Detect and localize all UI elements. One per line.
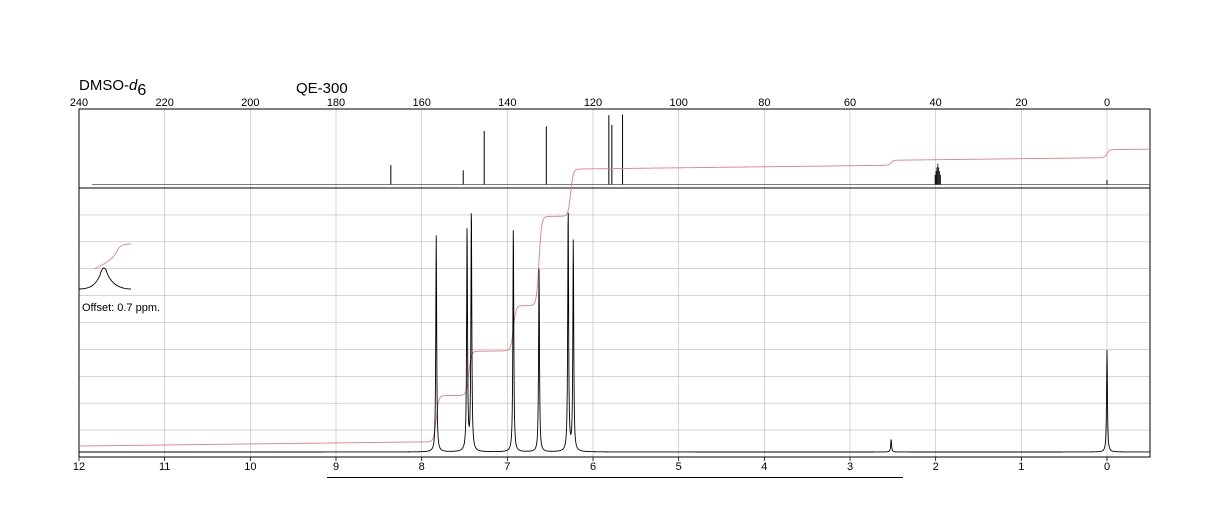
- h1-tick-label: 6: [590, 461, 596, 473]
- h1-tick-labels: 12 11 10 9 8 7 6 5 4 3 2 1 0: [73, 457, 1110, 473]
- c13-tick-labels: 240 220 200 180 160 140 120 100 80 60 40 20 0: [70, 97, 1110, 109]
- c13-tick-label: 180: [327, 97, 345, 109]
- c13-tick-label: 220: [155, 97, 173, 109]
- c13-tick-label: 80: [758, 97, 770, 109]
- h1-tick-label: 2: [933, 461, 939, 473]
- h1-panel: 12 11 10 9 8 7 6 5 4 3 2 1 0 Offset: 0.7 ppm.: [73, 148, 1151, 478]
- c13-panel: 240 220 200 180 160 140 120 100 80 60 40 20 0: [70, 97, 1151, 189]
- c13-tick-label: 140: [498, 97, 516, 109]
- offset-label: Offset: 0.7 ppm.: [82, 302, 160, 314]
- inset-peak: [78, 267, 132, 290]
- h1-integral-curve: [78, 148, 1150, 447]
- h1-tick-label: 7: [504, 461, 510, 473]
- h1-grid: [79, 188, 1150, 457]
- c13-frame: [78, 108, 1151, 189]
- c13-tick-label: 100: [669, 97, 687, 109]
- c13-tick-label: 160: [412, 97, 430, 109]
- c13-tick-label: 0: [1104, 97, 1110, 109]
- c13-tick-label: 200: [241, 97, 259, 109]
- c13-tick-label: 240: [70, 97, 88, 109]
- solvent-label: DMSO-d6: [79, 77, 146, 99]
- c13-tick-label: 40: [930, 97, 942, 109]
- offset-inset: Offset: 0.7 ppm.: [78, 243, 160, 314]
- h1-tick-label: 3: [847, 461, 853, 473]
- h1-tick-label: 9: [333, 461, 339, 473]
- h1-tick-label: 1: [1018, 461, 1024, 473]
- h1-tick-label: 5: [676, 461, 682, 473]
- c13-tick-label: 120: [584, 97, 602, 109]
- h1-spectrum-trace: [79, 212, 1150, 453]
- h1-tick-label: 4: [761, 461, 767, 473]
- c13-tick-label: 60: [844, 97, 856, 109]
- h1-tick-label: 8: [419, 461, 425, 473]
- c13-peaks: [390, 114, 1108, 185]
- h1-tick-label: 10: [244, 461, 256, 473]
- inset-integral: [93, 243, 132, 270]
- nmr-figure: DMSO-d6 QE-300 240 220 200 180 160 140 120 100 8…: [70, 77, 1151, 478]
- h1-tick-label: 11: [159, 461, 170, 473]
- c13-tick-label: 20: [1015, 97, 1027, 109]
- h1-tick-label: 12: [73, 461, 85, 473]
- c13-grid: [164, 109, 1108, 188]
- instrument-label: QE-300: [296, 80, 348, 97]
- h1-tick-label: 0: [1104, 461, 1110, 473]
